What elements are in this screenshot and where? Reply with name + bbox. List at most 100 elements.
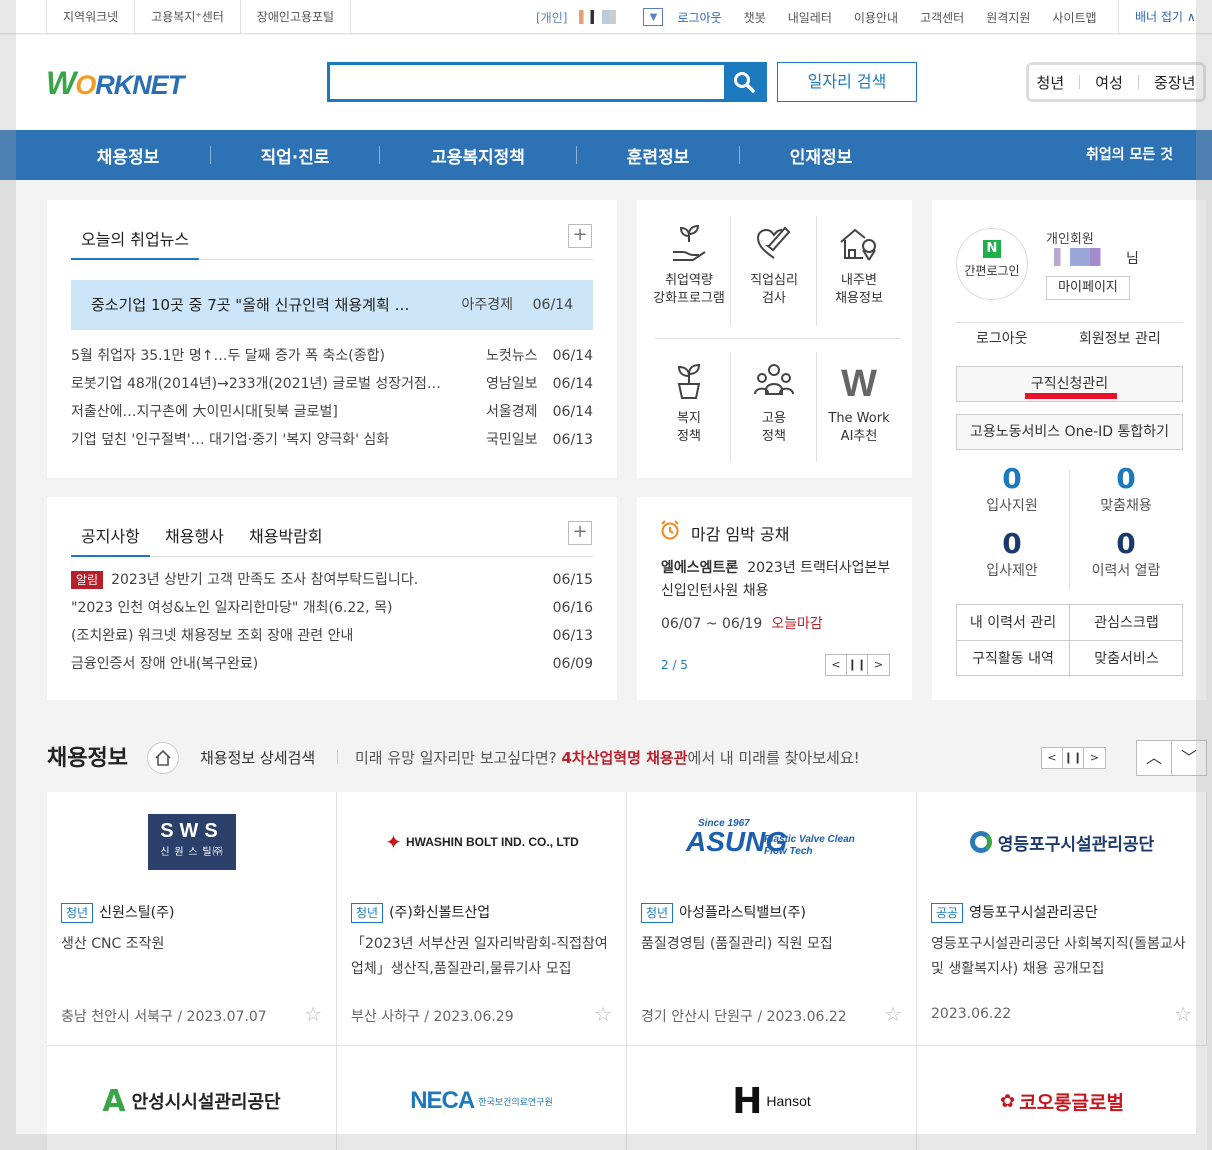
job-activity-link[interactable]: 구직활동 내역 bbox=[957, 641, 1070, 677]
tab-job-news[interactable]: 오늘의 취업뉴스 bbox=[71, 226, 200, 260]
job-card[interactable]: A 안성시시설관리공단 bbox=[47, 1046, 337, 1150]
fourth-industry-promo-link[interactable]: 미래 유망 일자리만 보고싶다면? 4차산업혁명 채용관에서 내 미래를 찾아보… bbox=[355, 747, 860, 768]
prev-button[interactable]: < bbox=[1042, 748, 1063, 768]
logout-button[interactable]: 로그아웃 bbox=[976, 328, 1028, 348]
tab-notice[interactable]: 공지사항 bbox=[71, 523, 150, 557]
job-search-button[interactable]: 일자리 검색 bbox=[777, 62, 917, 102]
search-input[interactable] bbox=[330, 65, 726, 99]
star-icon[interactable]: ☆ bbox=[1174, 1002, 1192, 1026]
worknet-logo[interactable]: WORKNET bbox=[46, 65, 184, 102]
detail-search-link[interactable]: 채용정보 상세검색 bbox=[200, 747, 315, 768]
job-title: 「2023년 서부산권 일자리박람회-직접참여업체」생산직,품질관리,물류기사 … bbox=[351, 936, 608, 977]
guide-link[interactable]: 이용안내 bbox=[854, 9, 898, 26]
nav-welfare-policy[interactable]: 고용복지정책 bbox=[380, 143, 576, 168]
custom-service-link[interactable]: 맞춤서비스 bbox=[1070, 641, 1183, 677]
chatbot-link[interactable]: 챗봇 bbox=[744, 9, 766, 26]
plant-hand-icon bbox=[673, 224, 706, 261]
list-item[interactable]: 로봇기업 48개(2014년)→233개(2021년) 글로벌 성장거점… 영남일… bbox=[71, 370, 593, 398]
stat-offers[interactable]: 0 입사제안 bbox=[957, 527, 1067, 580]
nav-career[interactable]: 직업·진로 bbox=[211, 143, 379, 168]
news-headline[interactable]: 중소기업 10곳 중 7곳 "올해 신규인력 채용계획 … 아주경제 06/14 bbox=[71, 280, 593, 330]
deadline-page-indicator: 2 / 5 bbox=[661, 658, 688, 672]
women-link[interactable]: 여성 bbox=[1095, 72, 1123, 93]
service-label-line1: 내주변 bbox=[841, 273, 877, 288]
job-card[interactable]: ✦ HWASHIN BOLT IND. CO., LTD 청년 (주)화신볼트산업… bbox=[337, 792, 627, 1046]
job-card[interactable]: H Hansot bbox=[627, 1046, 917, 1150]
sitemap-link[interactable]: 사이트맵 bbox=[1052, 9, 1096, 26]
stat-value: 0 bbox=[1116, 462, 1136, 495]
notice-more-button[interactable]: + bbox=[568, 521, 592, 545]
nav-talent[interactable]: 인재정보 bbox=[740, 143, 902, 168]
scrap-link[interactable]: 관심스크랩 bbox=[1070, 605, 1183, 641]
middle-aged-link[interactable]: 중장년 bbox=[1154, 72, 1195, 93]
headline-date: 06/14 bbox=[532, 297, 573, 313]
stat-applications[interactable]: 0 입사지원 bbox=[957, 462, 1067, 515]
star-icon[interactable]: ☆ bbox=[884, 1002, 902, 1026]
stat-matched[interactable]: 0 맞춤채용 bbox=[1071, 462, 1181, 515]
hwashin-mark-icon: ✦ bbox=[385, 830, 402, 854]
service-employment-policy[interactable]: 고용 정책 bbox=[732, 360, 816, 446]
service-capability-program[interactable]: 취업역량 강화프로그램 bbox=[647, 222, 731, 308]
chevron-down-icon[interactable]: ▼ bbox=[643, 8, 664, 26]
remote-support-link[interactable]: 원격지원 bbox=[986, 9, 1030, 26]
job-request-manage-button[interactable]: 구직신청관리 bbox=[956, 366, 1183, 402]
nav-training[interactable]: 훈련정보 bbox=[577, 143, 739, 168]
pause-button[interactable]: ❙❙ bbox=[847, 655, 868, 675]
service-nearby-jobs[interactable]: 내주변 채용정보 bbox=[817, 222, 901, 308]
job-card[interactable]: SWS 신 원 스 틸㈜ 청년 신원스틸(주) 생산 CNC 조작원 충남 천안시… bbox=[47, 792, 337, 1046]
util-link-disability[interactable]: 장애인고용포털 bbox=[239, 0, 352, 34]
youth-link[interactable]: 청년 bbox=[1037, 72, 1065, 93]
job-card[interactable]: Since 1967 ASUNG Plastic Valve Clean Flo… bbox=[627, 792, 917, 1046]
nav-all-about-jobs[interactable]: 취업의 모든 것 bbox=[1086, 130, 1173, 180]
scroll-down-button[interactable]: ﹀ bbox=[1171, 740, 1207, 776]
star-icon[interactable]: ☆ bbox=[304, 1002, 322, 1026]
banner-fold-button[interactable]: 배너 접기 ∧ bbox=[1118, 0, 1212, 34]
home-icon[interactable] bbox=[147, 742, 179, 774]
service-label-line1: 복지 bbox=[677, 411, 701, 426]
mypage-button[interactable]: 마이페이지 bbox=[1046, 276, 1130, 300]
util-link-regional[interactable]: 지역워크넷 bbox=[46, 0, 134, 34]
tab-recruit-event[interactable]: 채용행사 bbox=[155, 523, 234, 557]
list-item[interactable]: 저출산에…지구촌에 大이민시대[뒷북 글로벌] 서울경제 06/14 bbox=[71, 398, 593, 426]
job-card[interactable]: ✿ 코오롱글로벌 bbox=[917, 1046, 1207, 1150]
list-item[interactable]: (조치완료) 워크넷 채용정보 조회 장애 관련 안내 06/13 bbox=[71, 622, 593, 650]
service-psych-test[interactable]: 직업심리 검사 bbox=[732, 222, 816, 308]
stat-resume-views[interactable]: 0 이력서 열람 bbox=[1071, 527, 1181, 580]
simple-login-button[interactable]: N 간편로그인 bbox=[956, 228, 1028, 300]
stat-value: 0 bbox=[1116, 527, 1136, 560]
job-card[interactable]: 영등포구시설관리공단 공공 영등포구시설관리공단 영등포구시설관리공단 사회복지직… bbox=[917, 792, 1207, 1046]
search-button[interactable] bbox=[724, 65, 764, 99]
logo-text: 안성시시설관리공단 bbox=[131, 1092, 281, 1113]
news-date: 06/14 bbox=[552, 404, 593, 420]
customer-center-link[interactable]: 고객센터 bbox=[920, 9, 964, 26]
deadline-period: 06/07 ~ 06/19 bbox=[661, 616, 763, 632]
list-item[interactable]: 5월 취업자 35.1만 명↑…두 달째 증가 폭 축소(종합) 노컷뉴스 06/1… bbox=[71, 342, 593, 370]
next-button[interactable]: > bbox=[868, 655, 889, 675]
tab-job-fair[interactable]: 채용박람회 bbox=[239, 523, 333, 557]
oneid-integrate-button[interactable]: 고용노동서비스 One-ID 통합하기 bbox=[956, 414, 1183, 450]
util-link-welfare-center[interactable]: 고용복지⁺센터 bbox=[134, 0, 240, 34]
letter-link[interactable]: 내일레터 bbox=[788, 9, 832, 26]
nav-recruit[interactable]: 채용정보 bbox=[46, 143, 210, 168]
news-date: 06/14 bbox=[552, 376, 593, 392]
service-the-work-ai[interactable]: W The Work AI추천 bbox=[817, 360, 901, 446]
job-location-date: 충남 천안시 서북구 / 2023.07.07 bbox=[61, 1009, 267, 1025]
news-more-button[interactable]: + bbox=[568, 224, 592, 248]
prev-button[interactable]: < bbox=[826, 655, 847, 675]
list-item[interactable]: 알림 2023년 상반기 고객 만족도 조사 참여부탁드립니다. 06/15 bbox=[71, 566, 593, 594]
news-title: 5월 취업자 35.1만 명↑…두 달째 증가 폭 축소(종합) bbox=[71, 348, 385, 364]
pause-button[interactable]: ❙❙ bbox=[1063, 748, 1084, 768]
my-resume-link[interactable]: 내 이력서 관리 bbox=[957, 605, 1070, 641]
service-welfare-policy[interactable]: 복지 정책 bbox=[647, 360, 731, 446]
deadline-item[interactable]: 엘에스엠트론 2023년 트랙터사업본부 신입인턴사원 채용 bbox=[661, 557, 891, 603]
job-card[interactable]: NECA 한국보건의료연구원 bbox=[337, 1046, 627, 1150]
service-label-line1: 직업심리 bbox=[750, 273, 798, 288]
list-item[interactable]: 금융인증서 장애 안내(복구완료) 06/09 bbox=[71, 650, 593, 678]
list-item[interactable]: "2023 인천 여성&노인 일자리한마당" 개최(6.22, 목) 06/16 bbox=[71, 594, 593, 622]
logout-link[interactable]: 로그아웃 bbox=[677, 9, 721, 26]
star-icon[interactable]: ☆ bbox=[594, 1002, 612, 1026]
list-item[interactable]: 기업 덮친 '인구절벽'… 대기업·중기 '복지 양극화' 심화 국민일보 06/1… bbox=[71, 426, 593, 454]
scroll-up-button[interactable]: ︿ bbox=[1136, 740, 1172, 776]
next-button[interactable]: > bbox=[1084, 748, 1105, 768]
member-info-button[interactable]: 회원정보 관리 bbox=[1079, 328, 1161, 348]
